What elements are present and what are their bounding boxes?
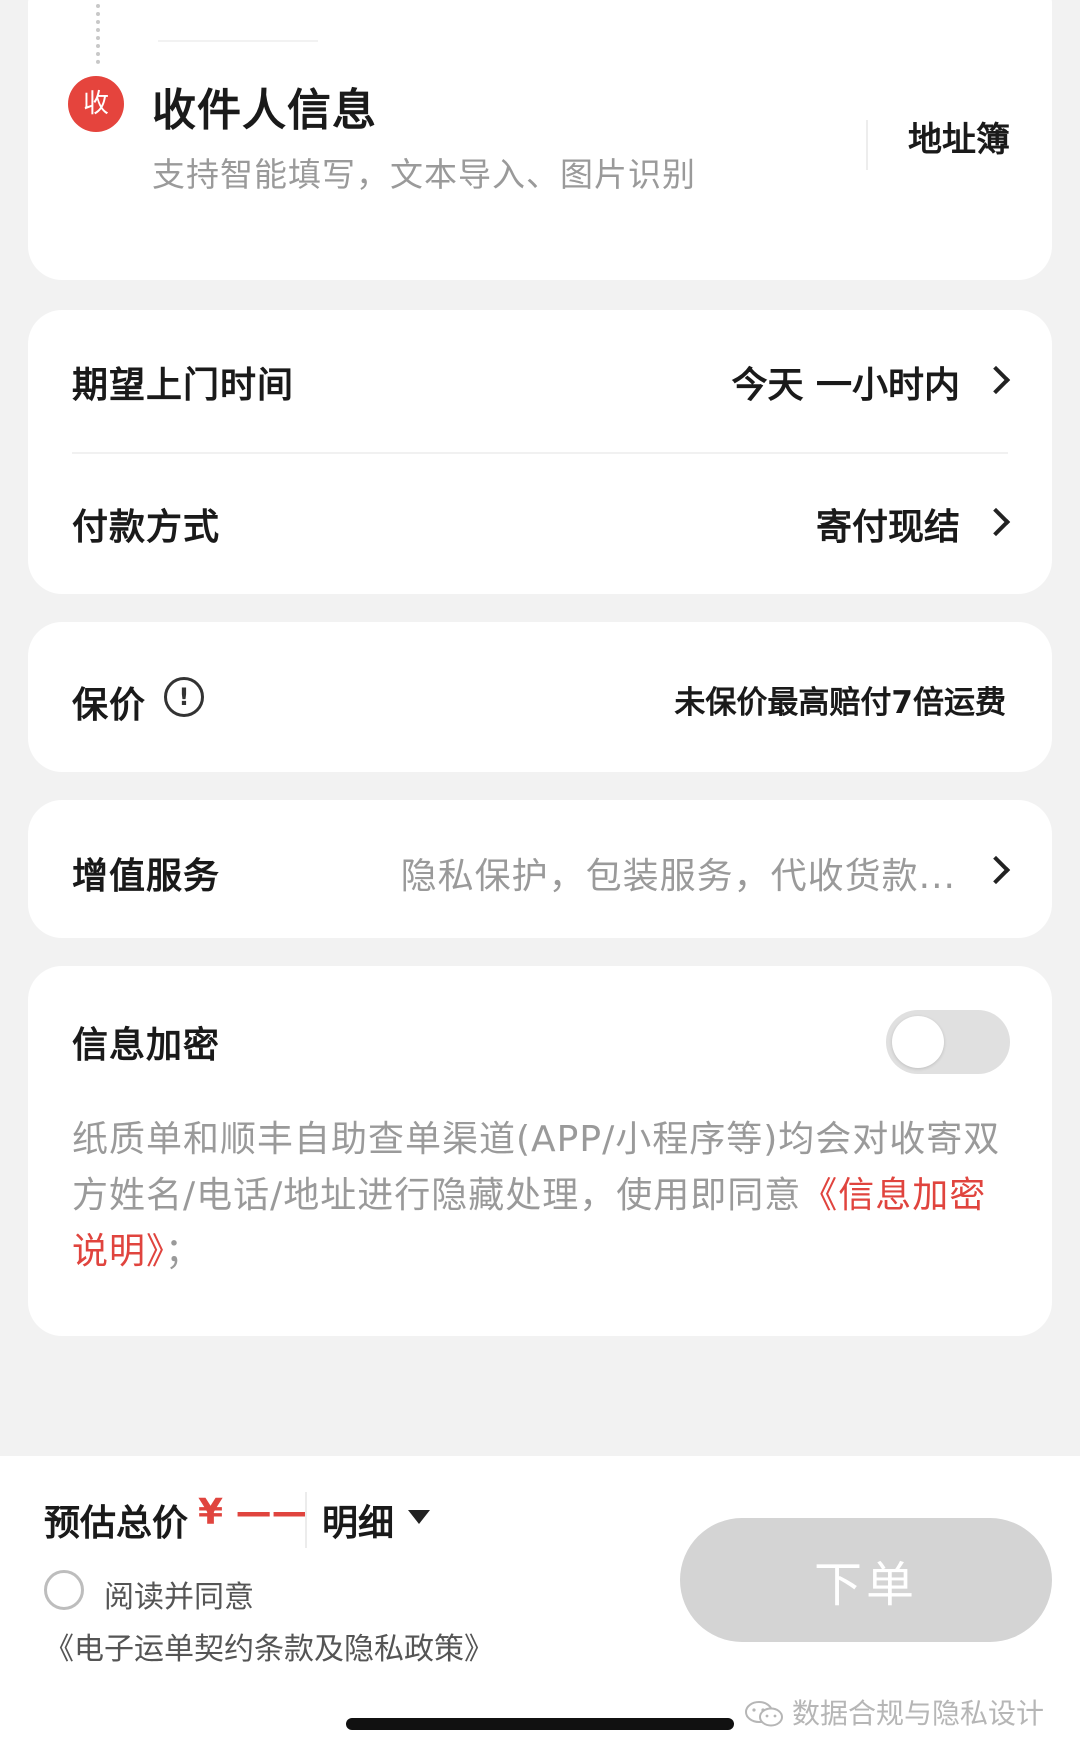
caret-down-icon[interactable] (408, 1510, 430, 1524)
agreement-link[interactable]: 《电子运单契约条款及隐私政策》 (44, 1624, 494, 1668)
value-added-label: 增值服务 (72, 856, 221, 897)
encryption-suffix: ； (165, 1231, 203, 1272)
receiver-badge: 收 (68, 76, 124, 132)
info-circle-icon[interactable]: ! (164, 677, 204, 717)
toggle-knob (892, 1016, 944, 1068)
encryption-card: 信息加密 纸质单和顺丰自助查单渠道(APP/小程序等)均会对收寄双方姓名/电话/… (28, 966, 1052, 1336)
pickup-time-value: 今天 一小时内 (731, 365, 960, 406)
divider (158, 40, 318, 42)
value-added-card[interactable]: 增值服务 隐私保护，包装服务，代收货款... (28, 800, 1052, 938)
insurance-label: 保价 (72, 685, 147, 726)
payment-method-value: 寄付现结 (815, 507, 960, 548)
encryption-label: 信息加密 (72, 1025, 221, 1066)
value-added-summary: 隐私保护，包装服务，代收货款... (400, 856, 956, 897)
row-divider (72, 452, 1008, 454)
place-order-button[interactable]: 下单 (680, 1518, 1052, 1642)
vertical-divider (305, 1492, 307, 1548)
encryption-description: 纸质单和顺丰自助查单渠道(APP/小程序等)均会对收寄双方姓名/电话/地址进行隐… (72, 1112, 1010, 1280)
insurance-value[interactable]: 未保价最高赔付7倍运费 (674, 677, 1006, 722)
bottom-bar: 预估总价 ¥ —— 明细 阅读并同意 《电子运单契约条款及隐私政策》 下单 数据… (0, 1456, 1080, 1756)
watermark: 数据合规与隐私设计 (744, 1692, 1044, 1732)
home-indicator[interactable] (346, 1718, 734, 1730)
agreement-label: 阅读并同意 (104, 1580, 254, 1615)
chevron-right-icon (981, 855, 1011, 885)
address-book-button[interactable]: 地址簿 (908, 112, 1010, 161)
encryption-toggle[interactable] (886, 1010, 1010, 1074)
pickup-payment-card: 期望上门时间 今天 一小时内 付款方式 寄付现结 (28, 310, 1052, 594)
chevron-right-icon (981, 507, 1011, 537)
receiver-card[interactable]: 收 收件人信息 支持智能填写，文本导入、图片识别 地址簿 (28, 0, 1052, 280)
payment-method-label: 付款方式 (72, 507, 221, 548)
wechat-icon (744, 1701, 783, 1727)
timeline-connector (96, 4, 100, 64)
pickup-time-label: 期望上门时间 (72, 365, 295, 406)
receiver-subtitle: 支持智能填写，文本导入、图片识别 (152, 155, 696, 194)
estimate-price: ¥ —— (198, 1492, 308, 1533)
vertical-divider (866, 120, 868, 170)
price-detail-button[interactable]: 明细 (322, 1494, 394, 1546)
order-page: 收 收件人信息 支持智能填写，文本导入、图片识别 地址簿 期望上门时间 今天 一… (0, 0, 1080, 1756)
estimate-label: 预估总价 (44, 1503, 189, 1544)
receiver-title: 收件人信息 (152, 85, 377, 136)
chevron-right-icon (981, 365, 1011, 395)
insurance-card: 保价 ! 未保价最高赔付7倍运费 (28, 622, 1052, 772)
agreement-radio[interactable] (44, 1570, 84, 1610)
watermark-text: 数据合规与隐私设计 (791, 1697, 1044, 1730)
